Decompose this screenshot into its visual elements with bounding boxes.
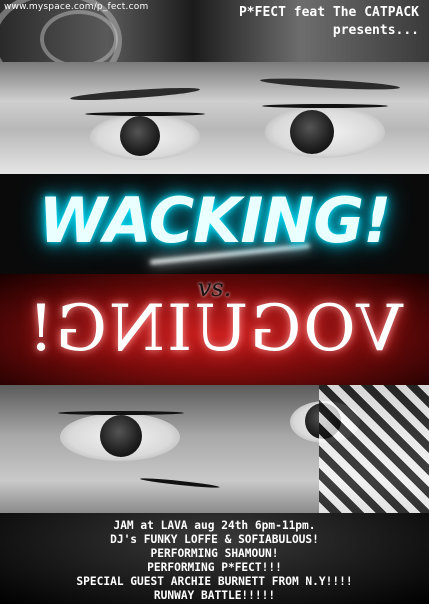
event-details: JAM at LAVA aug 24th 6pm-11pm. DJ's FUNK… <box>0 513 429 604</box>
checker-pattern <box>319 385 429 513</box>
detail-line: PERFORMING P*FECT!!! <box>147 561 282 574</box>
presenter-line: P*FECT feat The CATPACK <box>238 5 419 20</box>
presenter-text: P*FECT feat The CATPACK presents... <box>239 4 419 40</box>
detail-line: JAM at LAVA aug 24th 6pm-11pm. <box>113 519 316 532</box>
title-voguing-mirrored: VOGUING! <box>26 292 403 366</box>
eyebrow <box>69 85 201 103</box>
eyelash <box>262 104 388 108</box>
neon-title-band: WACKING! vs. VOGUING! <box>0 174 429 385</box>
myspace-url: www.myspace.com/p_fect.com <box>4 2 149 12</box>
eyelash <box>85 112 205 116</box>
details-list: JAM at LAVA aug 24th 6pm-11pm. DJ's FUNK… <box>0 519 429 603</box>
event-poster: www.myspace.com/p_fect.com P*FECT feat T… <box>0 0 429 604</box>
presents-line: presents... <box>332 23 419 38</box>
iris <box>290 110 334 154</box>
mole-mark <box>140 476 220 490</box>
detail-line: RUNWAY BATTLE!!!!! <box>153 589 276 602</box>
iris <box>120 116 160 156</box>
eyes-photo-top <box>0 62 429 174</box>
iris <box>100 415 142 457</box>
eyebrow <box>259 76 401 92</box>
detail-line: SPECIAL GUEST ARCHIE BURNETT FROM N.Y!!!… <box>76 575 353 588</box>
eyelash <box>58 411 184 415</box>
title-wacking: WACKING! <box>38 184 392 257</box>
detail-line: DJ's FUNKY LOFFE & SOFIABULOUS! <box>110 533 319 546</box>
detail-line: PERFORMING SHAMOUN! <box>150 547 279 560</box>
header-strip: www.myspace.com/p_fect.com P*FECT feat T… <box>0 0 429 62</box>
decorative-swirl <box>40 10 118 62</box>
